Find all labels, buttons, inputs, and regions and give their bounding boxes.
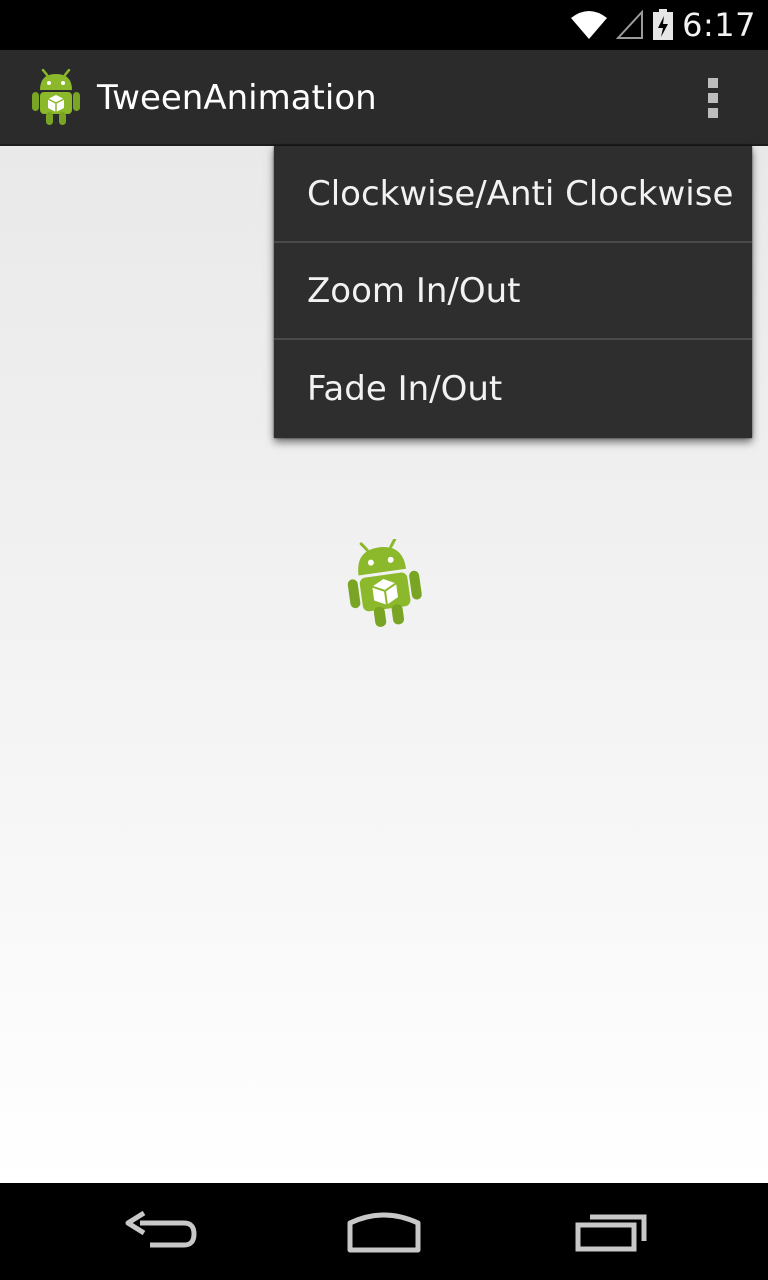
status-time: 6:17 xyxy=(682,6,756,44)
overflow-menu-icon xyxy=(708,78,718,88)
cell-signal-icon xyxy=(616,10,644,39)
menu-item-zoom[interactable]: Zoom In/Out xyxy=(274,243,752,340)
android-robot-icon xyxy=(347,539,422,627)
android-app-icon[interactable] xyxy=(30,69,82,127)
status-bar: 6:17 xyxy=(0,0,768,50)
menu-item-label: Clockwise/Anti Clockwise xyxy=(307,173,734,214)
menu-item-label: Zoom In/Out xyxy=(307,270,521,311)
navigation-bar xyxy=(0,1183,768,1280)
recent-apps-icon[interactable] xyxy=(572,1201,648,1261)
overflow-menu-popup: Clockwise/Anti Clockwise Zoom In/Out Fad… xyxy=(274,146,752,438)
action-bar: TweenAnimation xyxy=(0,50,768,146)
overflow-menu-icon-dot xyxy=(708,108,718,118)
wifi-icon xyxy=(571,11,608,39)
status-icons: 6:17 xyxy=(570,6,756,44)
back-icon[interactable] xyxy=(122,1201,198,1261)
menu-item-fade[interactable]: Fade In/Out xyxy=(274,340,752,437)
overflow-menu-button[interactable] xyxy=(698,70,728,126)
app-title: TweenAnimation xyxy=(97,78,377,118)
overflow-menu-icon-dot xyxy=(708,93,718,103)
menu-item-label: Fade In/Out xyxy=(307,368,503,409)
menu-item-clockwise[interactable]: Clockwise/Anti Clockwise xyxy=(274,146,752,243)
home-icon[interactable] xyxy=(345,1201,423,1261)
battery-charging-icon xyxy=(653,9,674,40)
